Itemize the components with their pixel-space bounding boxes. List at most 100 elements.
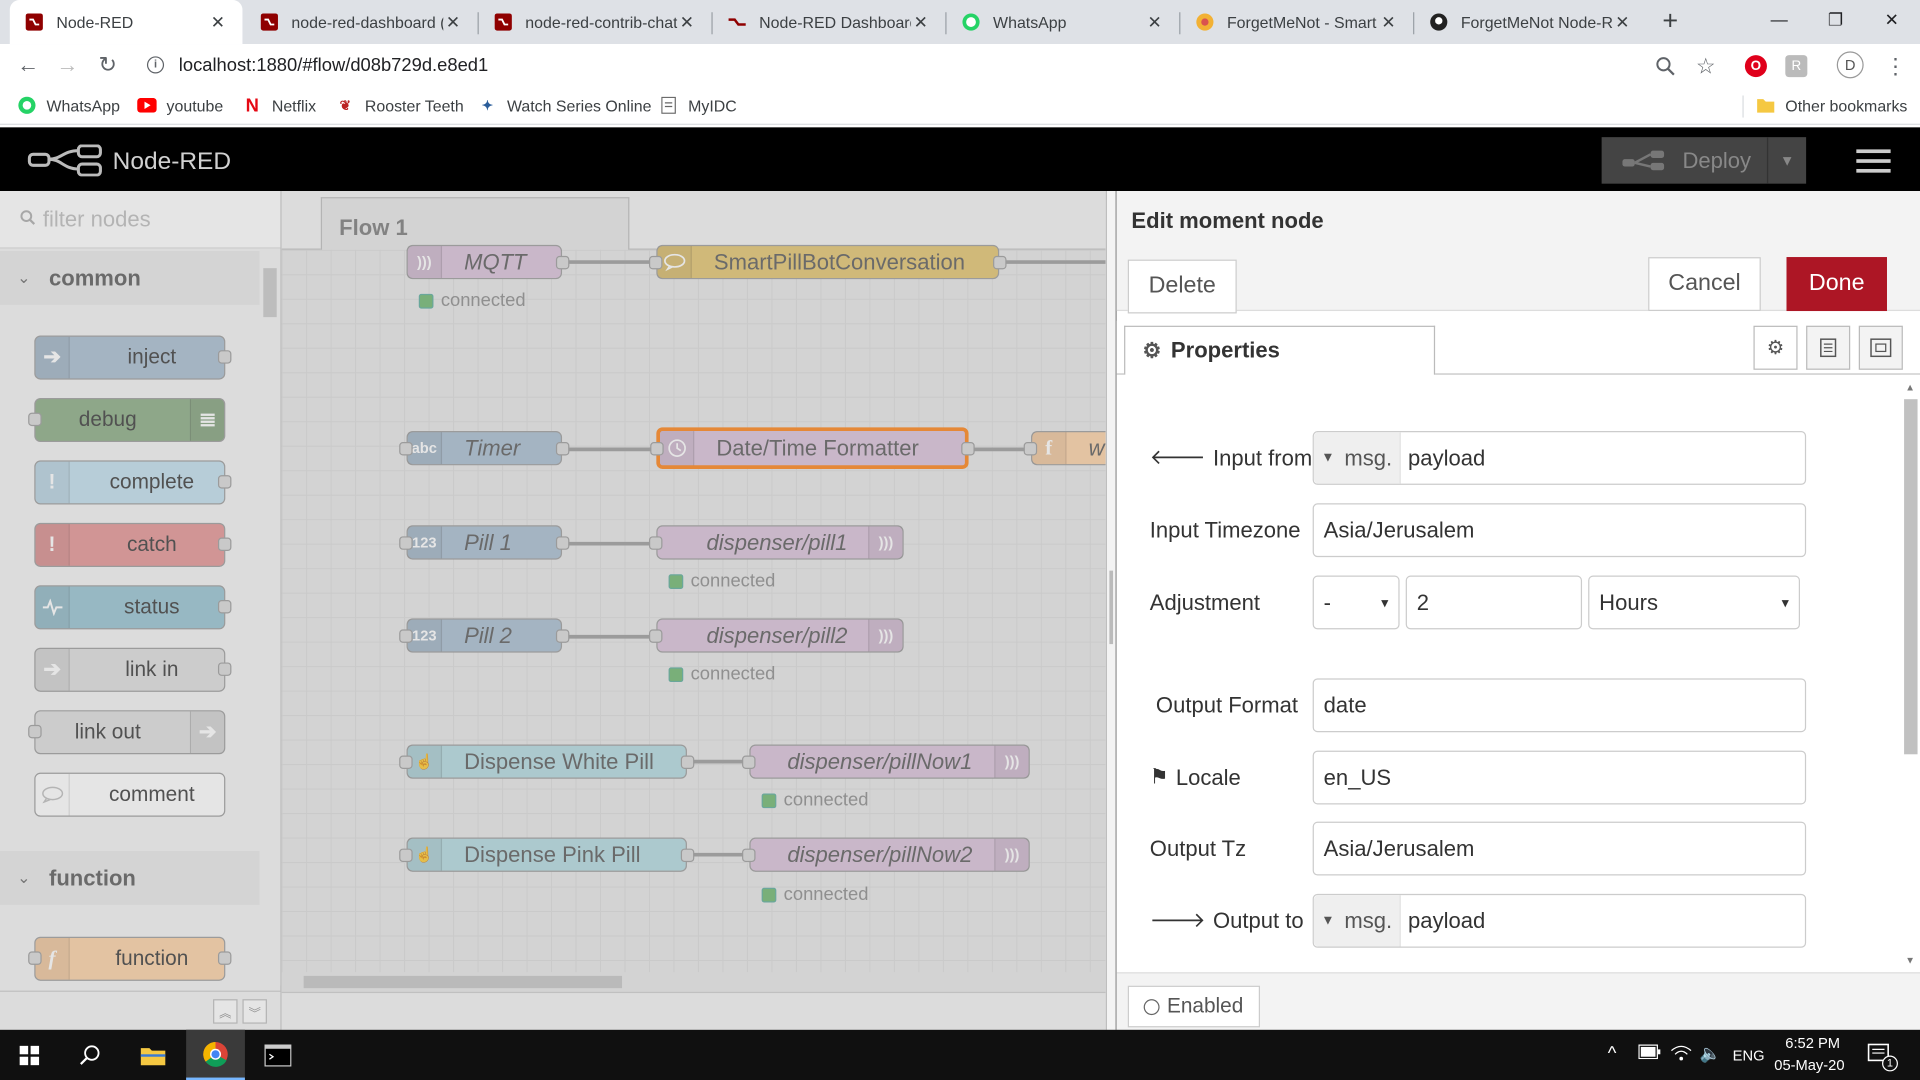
bookmark-label: Other bookmarks <box>1785 96 1908 115</box>
bookmark-netflix[interactable]: N Netflix <box>242 93 316 117</box>
row-input-timezone: Input Timezone Asia/Jerusalem <box>1117 503 1901 558</box>
adjustment-unit-select[interactable]: Hours ▾ <box>1588 575 1801 630</box>
row-output-tz: Output Tz Asia/Jerusalem <box>1117 821 1901 876</box>
bookmark-whatsapp[interactable]: WhatsApp <box>17 93 120 117</box>
extension-icon[interactable]: R <box>1785 55 1808 78</box>
gear-icon: ⚙ <box>1142 338 1162 362</box>
scroll-down-icon[interactable]: ▼ <box>1905 955 1915 966</box>
adjustment-op-select[interactable]: - ▾ <box>1312 575 1400 630</box>
browser-tab-node-red[interactable]: Node-RED ✕ <box>9 0 243 45</box>
output-to-field[interactable]: ▼ msg. payload <box>1312 893 1807 948</box>
locale-field[interactable]: en_US <box>1312 750 1807 805</box>
close-icon[interactable]: ✕ <box>911 12 931 33</box>
delete-button[interactable]: Delete <box>1127 259 1237 314</box>
file-explorer-icon[interactable] <box>125 1030 181 1080</box>
typed-input-type-select[interactable]: ▼ msg. <box>1313 895 1401 947</box>
youtube-icon <box>137 96 157 116</box>
language-indicator[interactable]: ENG <box>1733 1047 1765 1064</box>
wifi-icon[interactable] <box>1670 1044 1692 1065</box>
browser-tab-nr-dashboard[interactable]: Node-RED Dashboard ✕ <box>713 0 946 44</box>
tab-properties[interactable]: ⚙ Properties <box>1124 325 1436 376</box>
label-locale: ⚑ Locale <box>1149 764 1241 790</box>
bookmark-star-icon[interactable]: ☆ <box>1693 53 1717 78</box>
other-bookmarks[interactable]: Other bookmarks <box>1756 93 1907 117</box>
close-icon[interactable]: ✕ <box>1379 12 1399 33</box>
bookmark-youtube[interactable]: youtube <box>137 93 223 117</box>
clock-date[interactable]: 05-May-20 <box>1774 1057 1844 1074</box>
scroll-up-icon[interactable]: ▲ <box>1905 382 1915 393</box>
search-icon[interactable] <box>61 1030 120 1080</box>
output-tz-field[interactable]: Asia/Jerusalem <box>1312 821 1807 876</box>
chrome-taskbar-icon[interactable] <box>186 1029 245 1080</box>
workspace-dim-overlay <box>281 191 1106 1030</box>
profile-avatar[interactable]: D <box>1836 51 1864 79</box>
palette-dim-overlay <box>0 191 282 1030</box>
address-bar[interactable]: i localhost:1880/#flow/d08b729d.e8ed1 <box>137 46 1729 84</box>
input-timezone-field[interactable]: Asia/Jerusalem <box>1312 503 1807 558</box>
browser-tab-whatsapp[interactable]: WhatsApp ✕ <box>947 0 1180 44</box>
input-from-field[interactable]: ▼ msg. payload <box>1312 431 1807 485</box>
tray-scrollbar[interactable]: ▲ ▼ <box>1900 374 1920 973</box>
browser-tab-github[interactable]: ForgetMeNot Node-RE ✕ <box>1414 0 1647 44</box>
caret-down-icon: ▼ <box>1321 450 1335 466</box>
browser-tab-forgetmenot[interactable]: ForgetMeNot - Smart I ✕ <box>1180 0 1413 44</box>
close-icon[interactable]: ✕ <box>443 12 463 33</box>
row-locale: ⚑ Locale en_US <box>1117 750 1901 805</box>
deploy-button[interactable]: Deploy ▼ <box>1601 137 1807 184</box>
opera-extension-icon[interactable]: O <box>1744 55 1767 78</box>
url-text: localhost:1880/#flow/d08b729d.e8ed1 <box>178 54 489 76</box>
netflix-icon: N <box>245 94 259 116</box>
browser-tabstrip: Node-RED ✕ node-red-dashboard (r ✕ node-… <box>0 0 1920 45</box>
deploy-menu-caret-icon[interactable]: ▼ <box>1766 137 1806 184</box>
sidebar-splitter[interactable] <box>1105 191 1116 1030</box>
browser-tab-dashboard[interactable]: node-red-dashboard (r ✕ <box>245 0 478 44</box>
whatsapp-icon <box>961 12 981 32</box>
bookmark-watch-series[interactable]: ✦ Watch Series Online <box>478 93 652 117</box>
new-tab-button[interactable]: + <box>1656 7 1685 36</box>
windows-taskbar: ^ 🔈 ENG 6:52 PM 05-May-20 1 <box>0 1029 1920 1080</box>
info-icon[interactable]: i <box>146 56 165 74</box>
windows-start-icon[interactable] <box>0 1030 59 1080</box>
bookmark-label: Rooster Teeth <box>364 96 464 115</box>
description-tab-icon[interactable] <box>1806 325 1851 370</box>
enabled-toggle[interactable]: Enabled <box>1127 985 1261 1028</box>
forgetmenot-icon <box>1195 12 1215 32</box>
battery-icon[interactable] <box>1638 1044 1661 1062</box>
adjustment-amount-field[interactable]: 2 <box>1405 575 1583 630</box>
bookmark-label: youtube <box>166 96 224 115</box>
tray-title: Edit moment node <box>1131 208 1324 233</box>
back-icon[interactable]: ← <box>12 49 44 81</box>
tab-title: Node-RED <box>56 12 134 32</box>
zoom-icon[interactable] <box>1653 54 1677 78</box>
show-hidden-icons-icon[interactable]: ^ <box>1608 1043 1617 1064</box>
close-icon[interactable]: ✕ <box>1613 12 1633 33</box>
menu-dots-icon[interactable]: ⋮ <box>1883 53 1907 78</box>
close-icon[interactable]: ✕ <box>208 12 228 33</box>
clock-time[interactable]: 6:52 PM <box>1785 1035 1840 1052</box>
row-output-format: Output Format date <box>1117 678 1901 733</box>
forward-icon[interactable]: → <box>51 49 83 81</box>
done-button[interactable]: Done <box>1786 257 1887 312</box>
browser-tab-chatbot[interactable]: node-red-contrib-chatl ✕ <box>479 0 712 44</box>
close-window-icon[interactable]: ✕ <box>1864 0 1920 39</box>
volume-icon[interactable]: 🔈 <box>1700 1043 1721 1064</box>
node-red-dashboard-favicon <box>727 12 747 32</box>
typed-input-type-select[interactable]: ▼ msg. <box>1313 432 1401 484</box>
cancel-button[interactable]: Cancel <box>1648 257 1761 312</box>
bookmark-rooster-teeth[interactable]: ❦ Rooster Teeth <box>336 93 464 117</box>
close-icon[interactable]: ✕ <box>1145 12 1165 33</box>
app-title: Node-RED <box>112 148 232 176</box>
node-red-favicon <box>493 12 513 32</box>
minimize-icon[interactable]: — <box>1751 0 1807 39</box>
tab-title: WhatsApp <box>993 12 1067 32</box>
reload-icon[interactable]: ↻ <box>92 49 124 81</box>
terminal-icon[interactable] <box>250 1030 306 1080</box>
settings-tab-gear-icon[interactable]: ⚙ <box>1753 325 1798 370</box>
maximize-icon[interactable]: ❐ <box>1807 0 1863 39</box>
close-icon[interactable]: ✕ <box>677 12 697 33</box>
main-menu-icon[interactable] <box>1856 149 1891 176</box>
appearance-tab-icon[interactable] <box>1858 325 1903 370</box>
output-format-field[interactable]: date <box>1312 678 1807 733</box>
page-icon <box>659 96 679 116</box>
bookmark-myidc[interactable]: MyIDC <box>659 93 737 117</box>
